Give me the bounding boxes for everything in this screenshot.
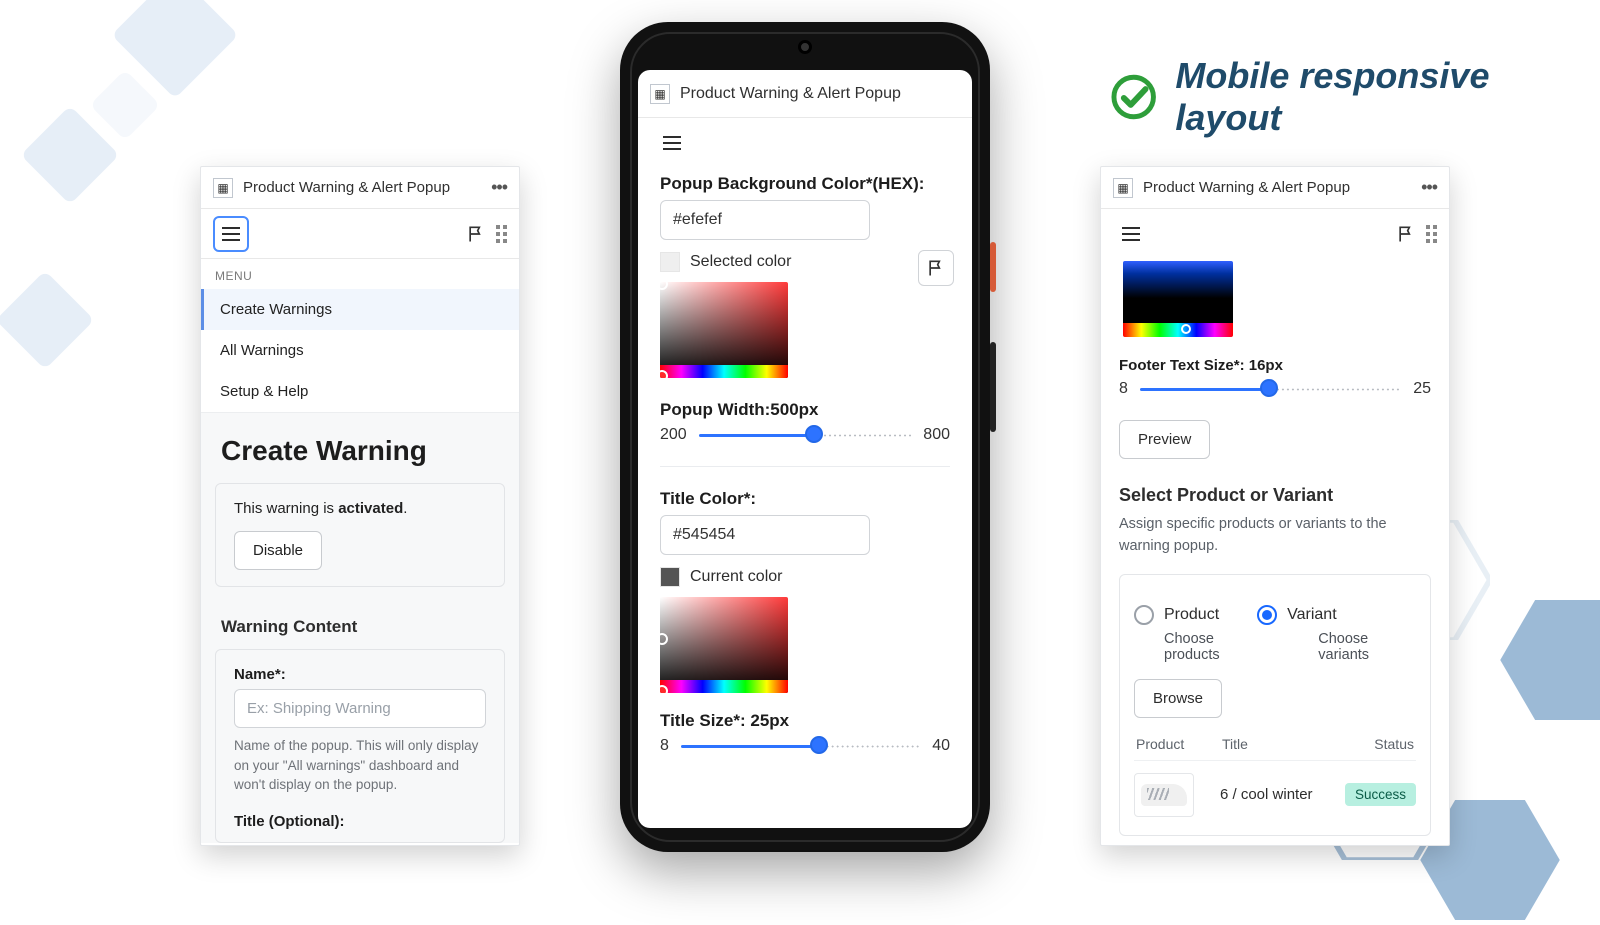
selected-color-swatch [660,252,680,272]
app-title: Product Warning & Alert Popup [1143,179,1350,196]
bg-diamond [0,271,94,370]
phone-mockup: ▦ Product Warning & Alert Popup Popup Ba… [620,22,990,852]
select-heading: Select Product or Variant [1119,485,1431,506]
page-title: Create Warning [201,413,519,483]
current-color-swatch [660,567,680,587]
app-icon: ▦ [213,178,233,198]
radio-variant-label: Variant [1287,606,1337,624]
title-size-label: Title Size*: 25px [660,711,950,731]
check-icon [1110,73,1157,121]
menu-item-setup-help[interactable]: Setup & Help [201,371,519,412]
flag-icon [926,258,946,278]
sub-product-label: Choose products [1164,631,1266,663]
footer-size-label: Footer Text Size*: 16px [1119,357,1431,374]
row-title: 6 / cool winter [1220,786,1336,803]
th-title: Title [1222,736,1334,752]
app-title: Product Warning & Alert Popup [680,85,901,103]
width-max: 800 [923,426,950,444]
flag-icon[interactable] [466,224,486,244]
radio-product[interactable]: Product [1134,605,1219,625]
apps-grid-icon[interactable] [496,225,507,243]
current-color-label: Current color [690,568,782,586]
more-menu-icon[interactable]: ••• [1421,177,1437,198]
flag-button[interactable] [918,250,954,286]
title-label: Title (Optional): [234,813,486,830]
width-min: 200 [660,426,687,444]
preview-button[interactable]: Preview [1119,420,1210,459]
menu-item-all-warnings[interactable]: All Warnings [201,330,519,371]
hamburger-button[interactable] [1113,216,1149,252]
headline: Mobile responsive layout [1110,55,1600,139]
hue-cursor[interactable] [1181,324,1191,334]
panel-header: ▦ Product Warning & Alert Popup ••• [201,167,519,209]
footer-size-slider[interactable] [1140,386,1401,392]
panel-header: ▦ Product Warning & Alert Popup ••• [1101,167,1449,209]
selected-color-label: Selected color [690,253,791,271]
hamburger-button[interactable] [654,125,690,161]
browse-button[interactable]: Browse [1134,679,1222,718]
title-size-slider[interactable] [681,743,920,749]
product-thumbnail [1134,773,1194,817]
select-description: Assign specific products or variants to … [1119,514,1431,558]
footer-max: 25 [1413,380,1431,398]
radio-variant[interactable]: Variant [1257,605,1337,625]
bg-diamond [90,70,161,141]
sub-toolbar [201,209,519,259]
hamburger-button[interactable] [213,216,249,252]
table-header: Product Title Status [1134,726,1416,760]
radio-icon [1257,605,1277,625]
menu-caption: MENU [201,259,519,289]
app-icon: ▦ [650,84,670,104]
width-label: Popup Width:500px [660,400,950,420]
panel-create-warnings: ▦ Product Warning & Alert Popup ••• MENU… [200,166,520,846]
name-label: Name*: [234,666,486,683]
radio-product-label: Product [1164,606,1219,624]
color-picker[interactable] [1123,261,1233,337]
footer-min: 8 [1119,380,1128,398]
headline-text: Mobile responsive layout [1175,55,1600,139]
color-picker[interactable] [660,282,788,378]
flag-icon[interactable] [1396,224,1416,244]
activation-state: activated [338,500,403,517]
table-row[interactable]: 6 / cool winter Success [1134,760,1416,829]
title-color-input[interactable] [660,515,870,555]
content-card: Name*: Name of the popup. This will only… [215,649,505,843]
size-min: 8 [660,737,669,755]
phone-header: ▦ Product Warning & Alert Popup [638,70,972,118]
bg-color-input[interactable] [660,200,870,240]
bg-hexagon [1500,600,1600,720]
th-status: Status [1334,736,1414,752]
size-max: 40 [932,737,950,755]
app-icon: ▦ [1113,178,1133,198]
section-warning-content: Warning Content [201,607,519,649]
status-badge: Success [1345,783,1416,806]
app-title: Product Warning & Alert Popup [243,179,450,196]
disable-button[interactable]: Disable [234,531,322,570]
name-input[interactable] [234,689,486,728]
activation-text: This warning is [234,500,338,517]
color-picker[interactable] [660,597,788,693]
name-help: Name of the popup. This will only displa… [234,736,486,795]
sub-variant-label: Choose variants [1318,631,1416,663]
more-menu-icon[interactable]: ••• [491,177,507,198]
apps-grid-icon[interactable] [1426,225,1437,243]
menu-item-create-warnings[interactable]: Create Warnings [201,289,519,330]
shoe-icon [1141,784,1187,806]
radio-icon [1134,605,1154,625]
bg-color-label: Popup Background Color*(HEX): [660,174,950,194]
title-color-label: Title Color*: [660,489,950,509]
width-slider[interactable] [699,432,912,438]
product-variant-card: Product Variant Choose products Choose v… [1119,574,1431,836]
th-product: Product [1136,736,1222,752]
activation-card: This warning is activated. Disable [215,483,505,587]
panel-select-product: ▦ Product Warning & Alert Popup ••• Foot… [1100,166,1450,846]
